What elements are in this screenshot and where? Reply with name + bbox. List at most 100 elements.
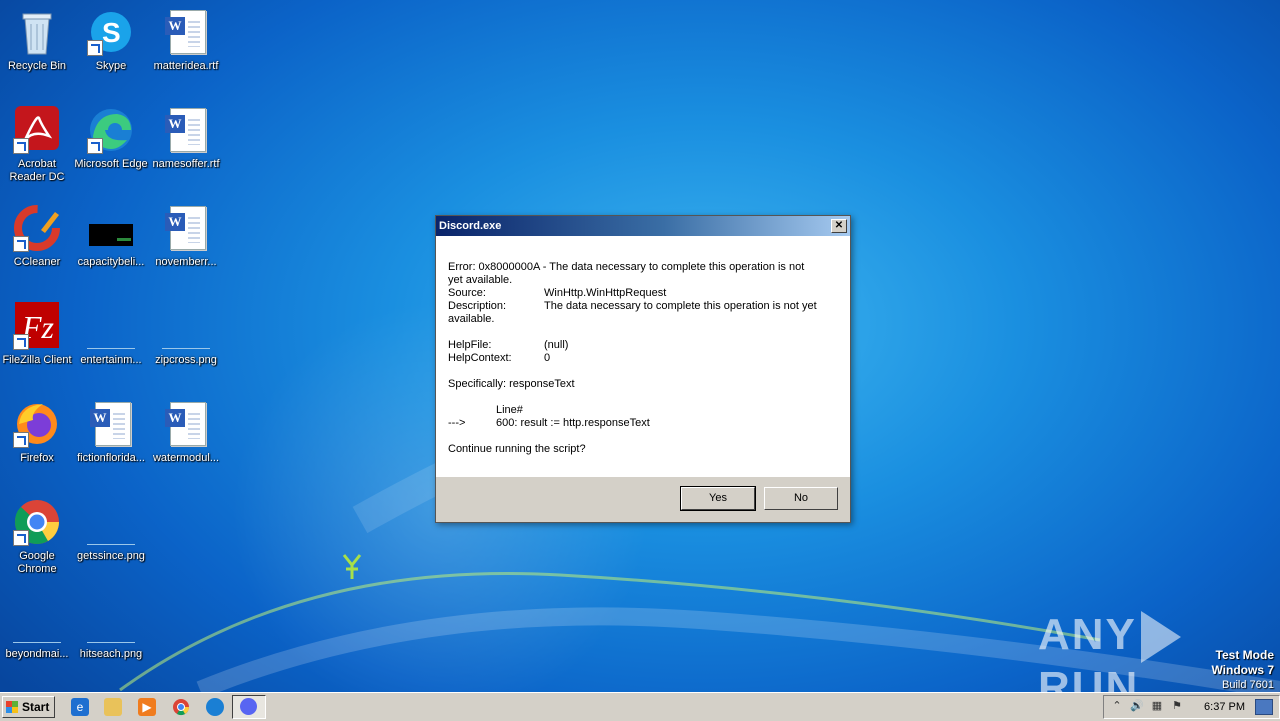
dialog-titlebar[interactable]: Discord.exe ✕ [436,216,850,236]
helpfile-value: (null) [544,339,569,351]
word-document-icon: W [162,8,210,56]
acrobat-icon [13,106,61,154]
volume-icon[interactable]: 🔊 [1130,699,1144,713]
internet-explorer-icon[interactable]: e [71,698,89,716]
description-label: Description: [448,300,507,312]
clock[interactable]: 6:37 PM [1204,696,1245,718]
dialog-title: Discord.exe [439,220,502,232]
play-icon [1140,611,1181,664]
desktop-icon-entertainm[interactable]: entertainm... [74,302,148,367]
desktop-icon-label: Skype [95,60,127,72]
network-icon[interactable]: ▦ [1150,699,1164,713]
desktop-icon-label: fictionflorida... [77,452,145,464]
image-file-icon [87,302,135,350]
desktop-icon-zipcross[interactable]: zipcross.png [149,302,223,367]
test-mode-label: Test Mode [1215,648,1274,662]
dialog-message: Error: 0x8000000A - The data necessary t… [436,236,850,456]
desktop-icon-getssince[interactable]: getssince.png [74,498,148,563]
desktop-icon-capacitybeli[interactable]: capacitybeli... [74,204,148,269]
discord-task-button[interactable] [232,695,266,719]
word-document-icon: W [162,204,210,252]
desktop-icon-skype[interactable]: S Skype [74,8,148,73]
media-player-icon[interactable]: ▶ [138,698,156,716]
desktop-icon-label: entertainm... [80,354,142,366]
desktop-icon-fictionflorida[interactable]: W fictionflorida... [74,400,148,465]
line-header: Line# [496,404,523,416]
desktop-icon-label: Microsoft Edge [74,158,148,170]
desktop-icon-filezilla[interactable]: Fz FileZilla Client [0,302,74,367]
helpcontext-value: 0 [544,352,551,364]
build-label: Build 7601 [1222,679,1274,691]
desktop-icon-hitseach[interactable]: hitseach.png [74,596,148,661]
taskbar: Start e ▶ ⌃ 🔊 ▦ ⚑ 6:37 PM [0,692,1280,721]
watermark-text-right: RUN [1038,663,1140,692]
desktop-icon-label: Firefox [20,452,54,464]
desktop-icon-firefox[interactable]: Firefox [0,400,74,465]
shortcut-arrow-icon [13,432,29,448]
description-row: Description: The data necessary to comple… [448,300,838,313]
desktop-icon-novemberr[interactable]: W novemberr... [149,204,223,269]
description-value: The data necessary to complete this oper… [544,300,817,312]
specifically-text: Specifically: responseText [448,378,575,390]
edge-taskbar-icon[interactable] [206,698,224,716]
filezilla-icon: Fz [13,302,61,350]
desktop-icon-label: getssince.png [77,550,145,562]
show-hidden-icons-icon[interactable]: ⌃ [1110,699,1124,713]
yes-button[interactable]: Yes [680,486,756,511]
desktop-icon-label: Recycle Bin [7,60,67,72]
show-desktop-icon[interactable] [1255,699,1273,715]
explorer-folder-icon[interactable] [104,698,122,716]
code-line-row: ---> 600: result := http.responseText [448,417,838,430]
wallpaper-sprout [342,554,362,579]
shortcut-arrow-icon [13,236,29,252]
action-center-flag-icon[interactable]: ⚑ [1170,699,1184,713]
close-icon: ✕ [834,220,844,231]
desktop-icon-label: namesoffer.rtf [152,158,220,170]
word-document-icon: W [162,400,210,448]
test-mode-notice: Test Mode Windows 7 Build 7601 [1211,648,1274,692]
desktop-icon-chrome[interactable]: Google Chrome [0,498,74,576]
desktop-icon-label: watermodul... [152,452,220,464]
desktop-icon-matteridea[interactable]: W matteridea.rtf [149,8,223,73]
helpcontext-label: HelpContext: [448,352,512,364]
image-file-icon [162,302,210,350]
desktop-icon-label: matteridea.rtf [153,60,219,72]
desktop-icon-label: CCleaner [13,256,61,268]
system-tray: ⌃ 🔊 ▦ ⚑ 6:37 PM [1103,695,1280,719]
desktop-icon-beyondmai[interactable]: beyondmai... [0,596,74,661]
chrome-taskbar-icon[interactable] [172,698,190,716]
desktop-icon-edge[interactable]: Microsoft Edge [74,106,148,171]
desktop-icon-label: hitseach.png [79,648,143,660]
image-file-icon [13,596,61,644]
desktop-icon-ccleaner[interactable]: CCleaner [0,204,74,269]
description-cont: available. [448,313,495,325]
desktop-icon-acrobat[interactable]: Acrobat Reader DC [0,106,74,184]
start-button[interactable]: Start [2,696,55,718]
firefox-icon [13,400,61,448]
image-file-icon [87,204,135,252]
no-button[interactable]: No [764,487,838,510]
continue-prompt: Continue running the script? [448,443,586,455]
word-document-icon: W [162,106,210,154]
image-file-icon [87,498,135,546]
error-line-cont: yet available. [448,274,513,286]
desktop-icon-label: zipcross.png [155,354,217,366]
source-row: Source: WinHttp.WinHttpRequest [448,287,838,300]
image-file-icon [87,596,135,644]
desktop-icon-label: novemberr... [155,256,217,268]
shortcut-arrow-icon [13,334,29,350]
desktop-icon-recycle-bin[interactable]: Recycle Bin [0,8,74,73]
error-line: Error: 0x8000000A - The data necessary t… [448,261,805,273]
desktop-icon-namesoffer[interactable]: W namesoffer.rtf [149,106,223,171]
ccleaner-icon [13,204,61,252]
code-line: 600: result := http.responseText [496,417,650,429]
desktop-icon-label: Acrobat Reader DC [9,158,65,183]
desktop-icon-label: capacitybeli... [77,256,145,268]
shortcut-arrow-icon [87,138,103,154]
recycle-bin-icon [13,8,61,56]
helpfile-row: HelpFile: (null) [448,339,838,352]
desktop-icon-label: Google Chrome [17,550,57,575]
close-button[interactable]: ✕ [831,219,847,233]
shortcut-arrow-icon [87,40,103,56]
desktop-icon-watermodul[interactable]: W watermodul... [149,400,223,465]
